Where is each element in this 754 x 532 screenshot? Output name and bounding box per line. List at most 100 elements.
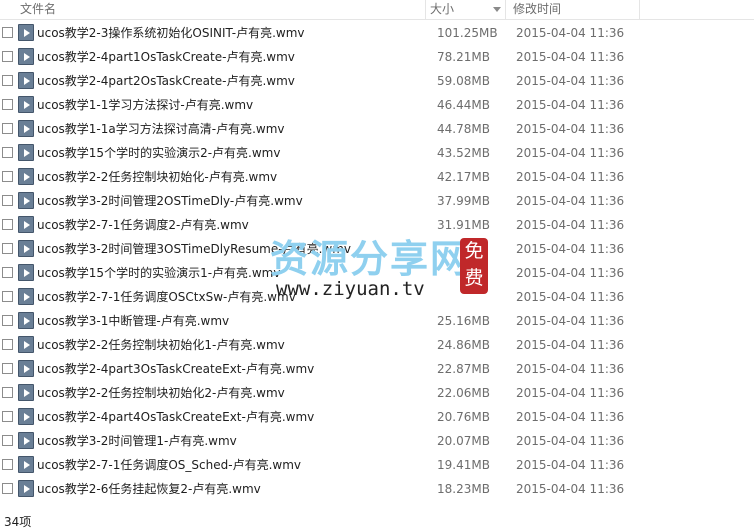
file-checkbox[interactable] <box>2 411 13 422</box>
video-file-icon <box>18 168 34 185</box>
file-name[interactable]: ucos教学2-7-1任务调度OSCtxSw-卢有亮.wmv <box>37 285 296 309</box>
video-file-icon <box>18 72 34 89</box>
file-row[interactable]: ucos教学2-2任务控制块初始化1-卢有亮.wmv 24.86MB 2015-04… <box>0 333 754 357</box>
file-name[interactable]: ucos教学15个学时的实验演示1-卢有亮.wmv <box>37 261 280 285</box>
column-header: 文件名 大小 修改时间 <box>0 0 754 20</box>
file-checkbox[interactable] <box>2 387 13 398</box>
file-date: 2015-04-04 11:36 <box>516 218 625 232</box>
file-size: 20.07MB <box>437 434 490 448</box>
file-name[interactable]: ucos教学2-3操作系统初始化OSINIT-卢有亮.wmv <box>37 21 305 45</box>
file-name[interactable]: ucos教学15个学时的实验演示2-卢有亮.wmv <box>37 141 280 165</box>
file-checkbox[interactable] <box>2 219 13 230</box>
file-checkbox[interactable] <box>2 267 13 278</box>
file-checkbox[interactable] <box>2 75 13 86</box>
sort-descending-icon[interactable] <box>493 7 501 12</box>
video-file-icon <box>18 432 34 449</box>
watermark-text-cn: 资源分享网 <box>270 236 471 281</box>
video-file-icon <box>18 288 34 305</box>
video-file-icon <box>18 192 34 209</box>
file-name[interactable]: ucos教学1-1a学习方法探讨高清-卢有亮.wmv <box>37 117 285 141</box>
file-name[interactable]: ucos教学2-4part2OsTaskCreate-卢有亮.wmv <box>37 69 295 93</box>
file-row[interactable]: ucos教学2-2任务控制块初始化-卢有亮.wmv 42.17MB 2015-04-… <box>0 165 754 189</box>
file-row[interactable]: ucos教学15个学时的实验演示2-卢有亮.wmv 43.52MB 2015-04-… <box>0 141 754 165</box>
file-checkbox[interactable] <box>2 147 13 158</box>
video-file-icon <box>18 144 34 161</box>
file-date: 2015-04-04 11:36 <box>516 434 625 448</box>
video-file-icon <box>18 456 34 473</box>
file-checkbox[interactable] <box>2 51 13 62</box>
video-file-icon <box>18 24 34 41</box>
file-size: 37.99MB <box>437 194 490 208</box>
file-row[interactable]: ucos教学2-4part3OsTaskCreateExt-卢有亮.wmv 22.… <box>0 357 754 381</box>
file-size: 46.44MB <box>437 98 490 112</box>
file-name[interactable]: ucos教学2-7-1任务调度2-卢有亮.wmv <box>37 213 249 237</box>
column-header-date[interactable]: 修改时间 <box>506 0 640 20</box>
file-row[interactable]: ucos教学3-1中断管理-卢有亮.wmv 25.16MB 2015-04-04 1… <box>0 309 754 333</box>
file-size: 59.08MB <box>437 74 490 88</box>
file-checkbox[interactable] <box>2 27 13 38</box>
video-file-icon <box>18 120 34 137</box>
item-count: 34项 <box>4 515 32 529</box>
video-file-icon <box>18 264 34 281</box>
file-row[interactable]: ucos教学1-1a学习方法探讨高清-卢有亮.wmv 44.78MB 2015-04… <box>0 117 754 141</box>
file-row[interactable]: ucos教学2-4part2OsTaskCreate-卢有亮.wmv 59.08M… <box>0 69 754 93</box>
file-size: 78.21MB <box>437 50 490 64</box>
file-size: 43.52MB <box>437 146 490 160</box>
file-name[interactable]: ucos教学2-7-1任务调度OS_Sched-卢有亮.wmv <box>37 453 301 477</box>
file-date: 2015-04-04 11:36 <box>516 314 625 328</box>
file-size: 20.76MB <box>437 410 490 424</box>
file-checkbox[interactable] <box>2 435 13 446</box>
file-row[interactable]: ucos教学1-1学习方法探讨-卢有亮.wmv 46.44MB 2015-04-04… <box>0 93 754 117</box>
file-date: 2015-04-04 11:36 <box>516 146 625 160</box>
file-checkbox[interactable] <box>2 243 13 254</box>
file-date: 2015-04-04 11:36 <box>516 410 625 424</box>
file-size: 42.17MB <box>437 170 490 184</box>
column-header-name[interactable]: 文件名 <box>0 0 426 20</box>
file-name[interactable]: ucos教学2-4part3OsTaskCreateExt-卢有亮.wmv <box>37 357 314 381</box>
file-row[interactable]: ucos教学2-7-1任务调度OS_Sched-卢有亮.wmv 19.41MB 20… <box>0 453 754 477</box>
file-size: 24.86MB <box>437 338 490 352</box>
file-row[interactable]: ucos教学2-2任务控制块初始化2-卢有亮.wmv 22.06MB 2015-04… <box>0 381 754 405</box>
file-date: 2015-04-04 11:36 <box>516 266 625 280</box>
file-row[interactable]: ucos教学2-3操作系统初始化OSINIT-卢有亮.wmv 101.25MB 20… <box>0 21 754 45</box>
file-size: 19.41MB <box>437 458 490 472</box>
file-row[interactable]: ucos教学2-4part4OsTaskCreateExt-卢有亮.wmv 20.… <box>0 405 754 429</box>
file-name[interactable]: ucos教学3-2时间管理2OSTimeDly-卢有亮.wmv <box>37 189 303 213</box>
file-checkbox[interactable] <box>2 195 13 206</box>
file-checkbox[interactable] <box>2 291 13 302</box>
file-checkbox[interactable] <box>2 483 13 494</box>
file-size: 18.23MB <box>437 482 490 496</box>
file-checkbox[interactable] <box>2 123 13 134</box>
video-file-icon <box>18 216 34 233</box>
file-date: 2015-04-04 11:36 <box>516 482 625 496</box>
file-row[interactable]: ucos教学3-2时间管理2OSTimeDly-卢有亮.wmv 37.99MB 20… <box>0 189 754 213</box>
video-file-icon <box>18 312 34 329</box>
file-checkbox[interactable] <box>2 99 13 110</box>
file-checkbox[interactable] <box>2 315 13 326</box>
file-row[interactable]: ucos教学3-2时间管理1-卢有亮.wmv 20.07MB 2015-04-04 … <box>0 429 754 453</box>
file-row[interactable]: ucos教学2-4part1OsTaskCreate-卢有亮.wmv 78.21M… <box>0 45 754 69</box>
file-name[interactable]: ucos教学2-2任务控制块初始化2-卢有亮.wmv <box>37 381 285 405</box>
file-checkbox[interactable] <box>2 171 13 182</box>
file-date: 2015-04-04 11:36 <box>516 194 625 208</box>
file-name[interactable]: ucos教学3-1中断管理-卢有亮.wmv <box>37 309 229 333</box>
file-size: 25.16MB <box>437 314 490 328</box>
file-name[interactable]: ucos教学3-2时间管理1-卢有亮.wmv <box>37 429 237 453</box>
file-name[interactable]: ucos教学2-4part4OsTaskCreateExt-卢有亮.wmv <box>37 405 314 429</box>
file-row[interactable]: ucos教学2-6任务挂起恢复2-卢有亮.wmv 18.23MB 2015-04-0… <box>0 477 754 501</box>
status-bar: 34项 <box>0 512 754 532</box>
file-size: 22.06MB <box>437 386 490 400</box>
file-size: 22.87MB <box>437 362 490 376</box>
file-checkbox[interactable] <box>2 339 13 350</box>
file-name[interactable]: ucos教学1-1学习方法探讨-卢有亮.wmv <box>37 93 253 117</box>
file-name[interactable]: ucos教学2-4part1OsTaskCreate-卢有亮.wmv <box>37 45 295 69</box>
video-file-icon <box>18 360 34 377</box>
file-checkbox[interactable] <box>2 459 13 470</box>
file-size: 44.78MB <box>437 122 490 136</box>
file-name[interactable]: ucos教学2-2任务控制块初始化1-卢有亮.wmv <box>37 333 285 357</box>
file-name[interactable]: ucos教学2-6任务挂起恢复2-卢有亮.wmv <box>37 477 261 501</box>
file-checkbox[interactable] <box>2 363 13 374</box>
file-name[interactable]: ucos教学2-2任务控制块初始化-卢有亮.wmv <box>37 165 277 189</box>
file-date: 2015-04-04 11:36 <box>516 98 625 112</box>
file-date: 2015-04-04 11:36 <box>516 122 625 136</box>
